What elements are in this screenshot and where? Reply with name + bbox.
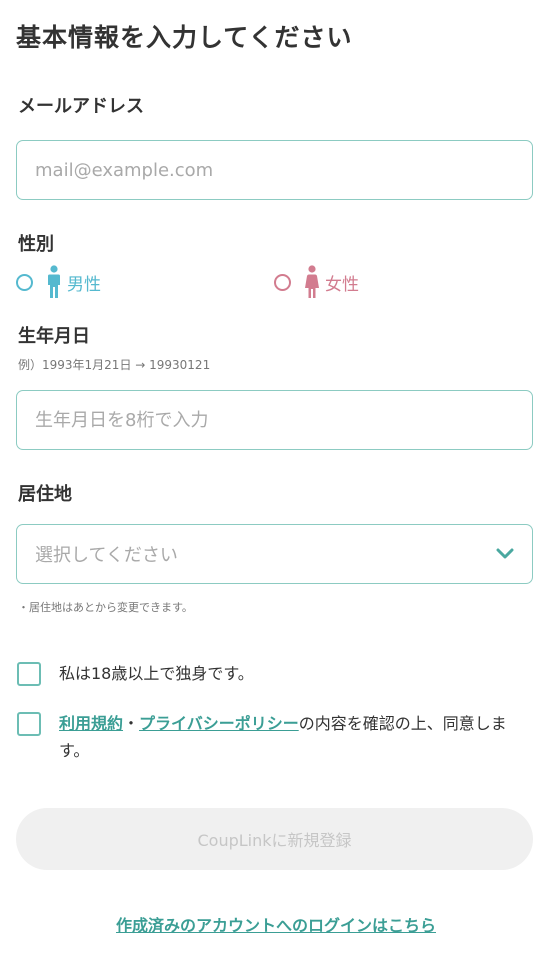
terms-separator: ・ — [123, 714, 140, 733]
login-link[interactable]: 作成済みのアカウントへのログインはこちら — [0, 912, 552, 936]
birthdate-field[interactable] — [16, 390, 533, 450]
register-button[interactable]: CoupLinkに新規登録 — [16, 808, 533, 870]
female-radio[interactable] — [274, 273, 291, 291]
age-checkbox-label: 私は18歳以上で独身です。 — [59, 664, 254, 683]
female-label: 女性 — [325, 274, 359, 295]
gender-option-female[interactable]: 女性 — [274, 262, 359, 302]
email-label: メールアドレス — [18, 96, 144, 117]
residence-select-value: 選択してください — [35, 545, 178, 566]
privacy-policy-link[interactable]: プライバシーポリシー — [139, 714, 299, 733]
male-person-icon — [48, 265, 60, 298]
gender-option-male[interactable]: 男性 — [16, 262, 101, 302]
chevron-down-icon — [496, 548, 514, 559]
age-agreement-row: 私は18歳以上で独身です。 — [17, 662, 254, 686]
terms-agreement-row: 利用規約・プライバシーポリシーの内容を確認の上、同意します。 — [17, 710, 519, 764]
terms-checkbox-label: 利用規約・プライバシーポリシーの内容を確認の上、同意します。 — [59, 710, 519, 764]
age-checkbox[interactable] — [17, 662, 41, 686]
birthdate-example: 例）1993年1月21日 → 19930121 — [18, 358, 211, 372]
gender-radio-group: 男性 女性 — [16, 262, 536, 302]
male-radio[interactable] — [16, 273, 33, 291]
residence-label: 居住地 — [18, 484, 72, 505]
female-person-icon — [305, 265, 319, 298]
residence-select[interactable]: 選択してください — [16, 524, 533, 584]
residence-note: ・居住地はあとから変更できます。 — [18, 601, 193, 614]
email-field[interactable] — [16, 140, 533, 200]
terms-checkbox[interactable] — [17, 712, 41, 736]
birthdate-label: 生年月日 — [18, 326, 90, 347]
page-title: 基本情報を入力してください — [16, 23, 353, 52]
gender-label: 性別 — [18, 234, 54, 255]
terms-of-service-link[interactable]: 利用規約 — [59, 714, 123, 733]
male-label: 男性 — [67, 274, 101, 295]
